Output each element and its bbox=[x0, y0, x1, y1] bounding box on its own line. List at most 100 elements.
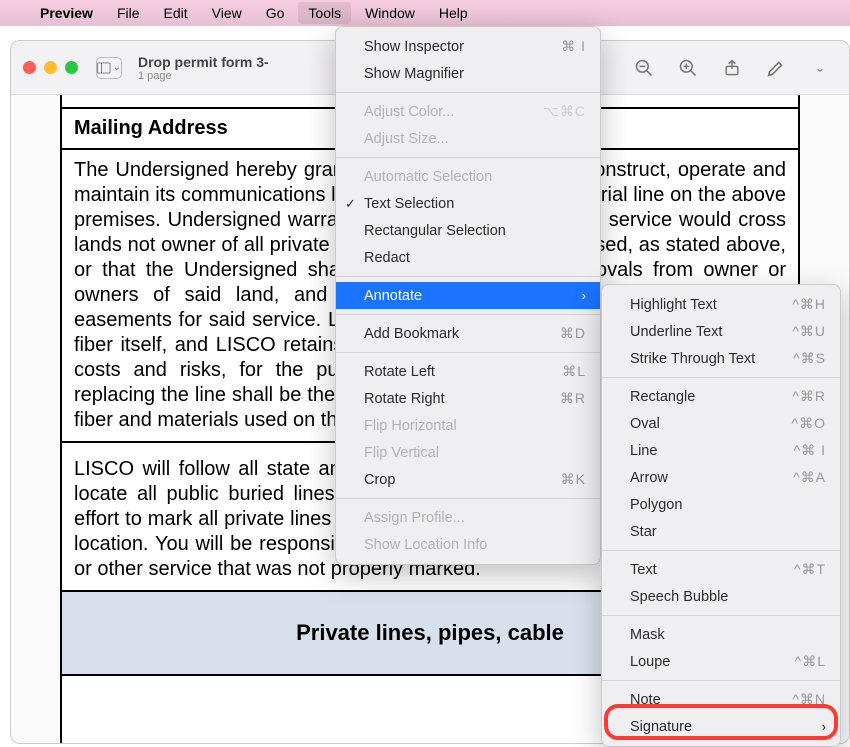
menu-item-label: Loupe bbox=[630, 654, 670, 670]
annotate-menu-item-arrow[interactable]: Arrow^⌘A bbox=[602, 464, 840, 491]
menu-shortcut: ^⌘S bbox=[771, 350, 826, 367]
menu-item-label: Highlight Text bbox=[630, 297, 717, 313]
zoom-button[interactable] bbox=[65, 61, 78, 74]
menu-shortcut: ⌘K bbox=[539, 471, 586, 488]
annotate-menu-item-note[interactable]: Note ^⌘N bbox=[602, 686, 840, 713]
menu-shortcut: ^⌘U bbox=[770, 323, 826, 340]
menu-item-label: Star bbox=[630, 524, 657, 540]
menu-shortcut: ^⌘A bbox=[771, 469, 826, 486]
menu-item-label: Flip Horizontal bbox=[364, 418, 457, 434]
menubar-file[interactable]: File bbox=[107, 2, 150, 24]
toolbar-buttons: ⌄ bbox=[633, 57, 837, 79]
menu-item-label: Underline Text bbox=[630, 324, 722, 340]
annotate-menu-item-signature[interactable]: Signature › bbox=[602, 713, 840, 740]
chevron-down-icon: ⌄ bbox=[113, 62, 121, 73]
menubar-tools[interactable]: Tools bbox=[298, 2, 351, 24]
tools-menu-item-automatic-selection: Automatic Selection bbox=[336, 163, 600, 190]
menubar-edit[interactable]: Edit bbox=[154, 2, 198, 24]
annotate-menu-item-line[interactable]: Line ^⌘ I bbox=[602, 437, 840, 464]
menu-item-label: Text bbox=[630, 562, 657, 578]
menu-shortcut: ^⌘N bbox=[770, 691, 826, 708]
menu-item-label: Adjust Color... bbox=[364, 104, 454, 120]
sidebar-toggle-button[interactable]: ⌄ bbox=[96, 57, 122, 79]
minimize-button[interactable] bbox=[44, 61, 57, 74]
menu-shortcut: ^⌘T bbox=[772, 561, 826, 578]
tools-menu-item-annotate[interactable]: Annotate › bbox=[336, 282, 600, 309]
menu-item-label: Flip Vertical bbox=[364, 445, 439, 461]
menu-item-label: Show Inspector bbox=[364, 39, 464, 55]
share-button[interactable] bbox=[721, 57, 743, 79]
traffic-lights bbox=[23, 61, 78, 74]
annotate-menu-item-underline-text[interactable]: Underline Text ^⌘U bbox=[602, 318, 840, 345]
tools-menu-item-redact[interactable]: Redact bbox=[336, 244, 600, 271]
menubar-app[interactable]: Preview bbox=[30, 2, 103, 24]
menu-item-label: Rotate Left bbox=[364, 364, 435, 380]
chevron-right-icon: › bbox=[800, 719, 826, 734]
menu-item-label: Strike Through Text bbox=[630, 351, 755, 367]
check-icon: ✓ bbox=[345, 196, 356, 212]
menubar-help[interactable]: Help bbox=[429, 2, 478, 24]
tools-menu-item-flip-horizontal: Flip Horizontal bbox=[336, 412, 600, 439]
markup-button[interactable] bbox=[765, 57, 787, 79]
menu-item-label: Mask bbox=[630, 627, 665, 643]
tools-menu-item-flip-vertical: Flip Vertical bbox=[336, 439, 600, 466]
zoom-in-button[interactable] bbox=[677, 57, 699, 79]
tools-menu-item-rotate-right[interactable]: Rotate Right⌘R bbox=[336, 385, 600, 412]
tools-menu-separator bbox=[336, 157, 600, 158]
annotate-menu-separator bbox=[602, 680, 840, 681]
menu-item-label: Speech Bubble bbox=[630, 589, 728, 605]
tools-menu-item-show-inspector[interactable]: Show Inspector ⌘ I bbox=[336, 33, 600, 60]
annotate-menu-item-star[interactable]: Star bbox=[602, 518, 840, 545]
annotate-menu-item-highlight-text[interactable]: Highlight Text^⌘H bbox=[602, 291, 840, 318]
menubar-view[interactable]: View bbox=[202, 2, 252, 24]
menu-shortcut: ^⌘L bbox=[773, 653, 826, 670]
menubar-window[interactable]: Window bbox=[355, 2, 425, 24]
menu-shortcut: ^⌘ I bbox=[772, 442, 826, 459]
tools-menu-item-adjust-size: Adjust Size... bbox=[336, 125, 600, 152]
annotate-submenu: Highlight Text^⌘H Underline Text ^⌘U Strike… bbox=[601, 284, 841, 747]
annotate-menu-separator bbox=[602, 377, 840, 378]
menu-shortcut: ⌘L bbox=[540, 363, 586, 380]
menu-item-label: Line bbox=[630, 443, 657, 459]
menu-item-label: Rectangular Selection bbox=[364, 223, 506, 239]
tools-menu-separator bbox=[336, 498, 600, 499]
annotate-menu-item-rectangle[interactable]: Rectangle^⌘R bbox=[602, 383, 840, 410]
tools-menu-separator bbox=[336, 276, 600, 277]
annotate-menu-item-strike-through-text[interactable]: Strike Through Text ^⌘S bbox=[602, 345, 840, 372]
menu-item-label: Annotate bbox=[364, 288, 422, 304]
menubar-go[interactable]: Go bbox=[256, 2, 295, 24]
tools-menu-item-rotate-left[interactable]: Rotate Left ⌘L bbox=[336, 358, 600, 385]
tools-menu-item-adjust-color: Adjust Color...⌥⌘C bbox=[336, 98, 600, 125]
menu-item-label: Show Magnifier bbox=[364, 66, 464, 82]
tools-menu-item-show-location-info: Show Location Info bbox=[336, 531, 600, 558]
tools-menu-item-rectangular-selection[interactable]: Rectangular Selection bbox=[336, 217, 600, 244]
tools-menu-item-add-bookmark[interactable]: Add Bookmark⌘D bbox=[336, 320, 600, 347]
annotate-menu-separator bbox=[602, 550, 840, 551]
menu-item-label: Signature bbox=[630, 719, 692, 735]
menu-item-label: Automatic Selection bbox=[364, 169, 492, 185]
annotate-menu-separator bbox=[602, 615, 840, 616]
menu-item-label: Assign Profile... bbox=[364, 510, 465, 526]
menu-shortcut: ⌘ I bbox=[539, 38, 586, 55]
toolbar-chevron-down-icon[interactable]: ⌄ bbox=[809, 57, 831, 79]
chevron-right-icon: › bbox=[560, 288, 586, 303]
annotate-menu-item-text[interactable]: Text ^⌘T bbox=[602, 556, 840, 583]
close-button[interactable] bbox=[23, 61, 36, 74]
annotate-menu-item-mask[interactable]: Mask bbox=[602, 621, 840, 648]
annotate-menu-item-speech-bubble[interactable]: Speech Bubble bbox=[602, 583, 840, 610]
tools-menu-separator bbox=[336, 314, 600, 315]
macos-menubar: Preview File Edit View Go Tools Window H… bbox=[0, 0, 850, 26]
zoom-out-button[interactable] bbox=[633, 57, 655, 79]
annotate-menu-item-loupe[interactable]: Loupe ^⌘L bbox=[602, 648, 840, 675]
menu-item-label: Show Location Info bbox=[364, 537, 487, 553]
sidebar-icon bbox=[97, 61, 111, 75]
tools-menu-item-text-selection[interactable]: ✓ Text Selection bbox=[336, 190, 600, 217]
menu-item-label: Text Selection bbox=[364, 196, 454, 212]
annotate-menu-item-oval[interactable]: Oval^⌘O bbox=[602, 410, 840, 437]
menu-shortcut: ^⌘O bbox=[770, 415, 826, 432]
menu-item-label: Add Bookmark bbox=[364, 326, 459, 342]
tools-menu-item-crop[interactable]: Crop⌘K bbox=[336, 466, 600, 493]
annotate-menu-item-polygon[interactable]: Polygon bbox=[602, 491, 840, 518]
menu-item-label: Note bbox=[630, 692, 661, 708]
tools-menu-item-show-magnifier[interactable]: Show Magnifier bbox=[336, 60, 600, 87]
